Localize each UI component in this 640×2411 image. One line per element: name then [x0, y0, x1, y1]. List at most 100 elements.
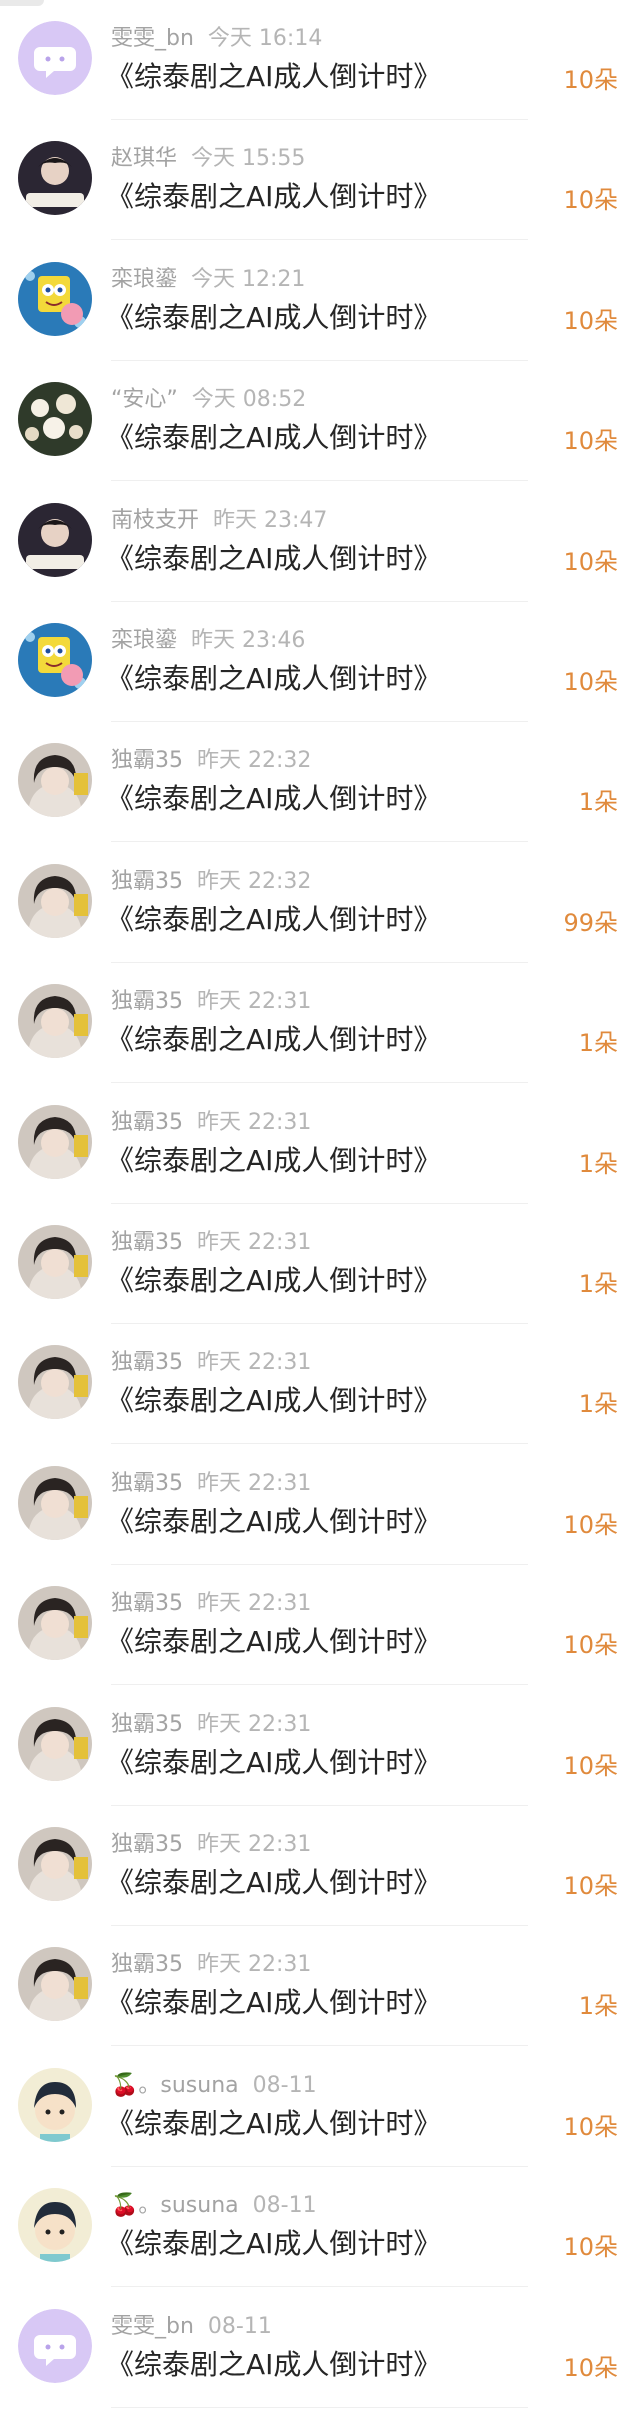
divider	[111, 841, 528, 842]
gift-title: 《综泰剧之AI成人倒计时》	[106, 903, 442, 936]
list-item[interactable]: 雯雯_bn 今天 16:14 《综泰剧之AI成人倒计时》 10朵	[0, 0, 640, 120]
gift-title: 《综泰剧之AI成人倒计时》	[106, 1625, 442, 1658]
avatar[interactable]	[18, 262, 92, 336]
username: 栾琅鎏 昨天 23:46	[111, 622, 305, 654]
username-text: 独霸35	[111, 1471, 183, 1496]
avatar[interactable]	[18, 141, 92, 215]
timestamp: 08-11	[252, 2073, 317, 2098]
username: 独霸35 昨天 22:31	[111, 1946, 311, 1978]
list-item[interactable]: 赵琪华 今天 15:55 《综泰剧之AI成人倒计时》 10朵	[0, 120, 640, 240]
flower-amount: 1朵	[578, 1270, 618, 1298]
timestamp: 昨天 22:31	[197, 1952, 312, 1977]
flower-amount: 10朵	[563, 1872, 618, 1900]
username: 独霸35 昨天 22:31	[111, 1465, 311, 1497]
list-item[interactable]: “安心” 今天 08:52 《综泰剧之AI成人倒计时》 10朵	[0, 361, 640, 481]
list-item[interactable]: 独霸35 昨天 22:31 《综泰剧之AI成人倒计时》 1朵	[0, 1204, 640, 1324]
list-item[interactable]: 🍒。susuna 08-11 《综泰剧之AI成人倒计时》 10朵	[0, 2167, 640, 2287]
avatar[interactable]	[18, 984, 92, 1058]
divider	[111, 480, 528, 481]
avatar[interactable]	[18, 1947, 92, 2021]
timestamp: 08-11	[252, 2193, 317, 2218]
username-text: 栾琅鎏	[111, 628, 178, 653]
avatar[interactable]	[18, 1827, 92, 1901]
avatar[interactable]	[18, 382, 92, 456]
username: 独霸35 昨天 22:31	[111, 1585, 311, 1617]
gift-title: 《综泰剧之AI成人倒计时》	[106, 1986, 442, 2019]
gift-title: 《综泰剧之AI成人倒计时》	[106, 421, 442, 454]
avatar[interactable]	[18, 2068, 92, 2142]
timestamp: 昨天 22:31	[197, 1471, 312, 1496]
gift-title: 《综泰剧之AI成人倒计时》	[106, 180, 442, 213]
list-item[interactable]: 独霸35 昨天 22:31 《综泰剧之AI成人倒计时》 1朵	[0, 963, 640, 1083]
timestamp: 今天 15:55	[191, 146, 306, 171]
avatar[interactable]	[18, 1345, 92, 1419]
username-text: 独霸35	[111, 989, 183, 1014]
timestamp: 昨天 22:32	[197, 748, 312, 773]
flower-amount: 10朵	[563, 2113, 618, 2141]
flower-amount: 10朵	[563, 668, 618, 696]
avatar[interactable]	[18, 743, 92, 817]
list-item[interactable]: 独霸35 昨天 22:31 《综泰剧之AI成人倒计时》 10朵	[0, 1445, 640, 1565]
username-text: 赵琪华	[111, 146, 178, 171]
flower-amount: 10朵	[563, 427, 618, 455]
divider	[111, 1684, 528, 1685]
list-item[interactable]: 独霸35 昨天 22:31 《综泰剧之AI成人倒计时》 1朵	[0, 1926, 640, 2046]
timestamp: 昨天 23:46	[191, 628, 306, 653]
timestamp: 今天 16:14	[207, 26, 323, 51]
gift-title: 《综泰剧之AI成人倒计时》	[106, 2348, 442, 2381]
gift-title: 《综泰剧之AI成人倒计时》	[106, 1746, 442, 1779]
username: “安心” 今天 08:52	[111, 381, 306, 413]
list-item[interactable]: 雯雯_bn 08-11 《综泰剧之AI成人倒计时》 10朵	[0, 2288, 640, 2408]
avatar[interactable]	[18, 1466, 92, 1540]
avatar[interactable]	[18, 1707, 92, 1781]
avatar[interactable]	[18, 864, 92, 938]
timestamp: 今天 08:52	[191, 387, 307, 412]
timestamp: 昨天 22:31	[197, 1350, 312, 1375]
username-text: 独霸35	[111, 1110, 183, 1135]
avatar[interactable]	[18, 623, 92, 697]
flower-amount: 1朵	[578, 1992, 618, 2020]
list-item[interactable]: 独霸35 昨天 22:31 《综泰剧之AI成人倒计时》 1朵	[0, 1084, 640, 1204]
gift-title: 《综泰剧之AI成人倒计时》	[106, 1384, 442, 1417]
list-item[interactable]: 🍒。susuna 08-11 《综泰剧之AI成人倒计时》 10朵	[0, 2047, 640, 2167]
username-text: 独霸35	[111, 1952, 183, 1977]
list-item[interactable]: 独霸35 昨天 22:32 《综泰剧之AI成人倒计时》 1朵	[0, 722, 640, 842]
timestamp: 昨天 23:47	[213, 508, 328, 533]
avatar[interactable]	[18, 2309, 92, 2383]
timestamp: 昨天 22:31	[197, 989, 312, 1014]
gift-title: 《综泰剧之AI成人倒计时》	[106, 1023, 442, 1056]
username-text: 独霸35	[111, 1350, 183, 1375]
list-item[interactable]: 栾琅鎏 今天 12:21 《综泰剧之AI成人倒计时》 10朵	[0, 241, 640, 361]
avatar[interactable]	[18, 1105, 92, 1179]
flower-amount: 10朵	[563, 307, 618, 335]
gift-title: 《综泰剧之AI成人倒计时》	[106, 2107, 442, 2140]
divider	[111, 1082, 528, 1083]
timestamp: 昨天 22:31	[197, 1591, 312, 1616]
list-item[interactable]: 独霸35 昨天 22:31 《综泰剧之AI成人倒计时》 10朵	[0, 1806, 640, 1926]
avatar[interactable]	[18, 503, 92, 577]
timestamp: 昨天 22:31	[197, 1832, 312, 1857]
flower-amount: 10朵	[563, 186, 618, 214]
username: 独霸35 昨天 22:31	[111, 1706, 311, 1738]
list-item[interactable]: 栾琅鎏 昨天 23:46 《综泰剧之AI成人倒计时》 10朵	[0, 602, 640, 722]
avatar[interactable]	[18, 2188, 92, 2262]
divider	[111, 2407, 528, 2408]
username-text: 栾琅鎏	[111, 267, 178, 292]
list-item[interactable]: 独霸35 昨天 22:31 《综泰剧之AI成人倒计时》 10朵	[0, 1565, 640, 1685]
avatar[interactable]	[18, 21, 92, 95]
username-text: 雯雯_bn	[111, 2314, 194, 2339]
list-item[interactable]: 南枝支开 昨天 23:47 《综泰剧之AI成人倒计时》 10朵	[0, 482, 640, 602]
gift-title: 《综泰剧之AI成人倒计时》	[106, 1144, 442, 1177]
avatar[interactable]	[18, 1586, 92, 1660]
timestamp: 08-11	[207, 2314, 272, 2339]
username-text: 🍒。susuna	[111, 2073, 239, 2098]
username-text: “安心”	[111, 387, 178, 412]
flower-amount: 10朵	[563, 1752, 618, 1780]
avatar[interactable]	[18, 1225, 92, 1299]
timestamp: 昨天 22:31	[197, 1110, 312, 1135]
list-item[interactable]: 独霸35 昨天 22:31 《综泰剧之AI成人倒计时》 10朵	[0, 1686, 640, 1806]
list-item[interactable]: 独霸35 昨天 22:32 《综泰剧之AI成人倒计时》 99朵	[0, 843, 640, 963]
list-item[interactable]: 独霸35 昨天 22:31 《综泰剧之AI成人倒计时》 1朵	[0, 1324, 640, 1444]
username: 🍒。susuna 08-11	[111, 2187, 317, 2219]
username: 雯雯_bn 08-11	[111, 2308, 272, 2340]
